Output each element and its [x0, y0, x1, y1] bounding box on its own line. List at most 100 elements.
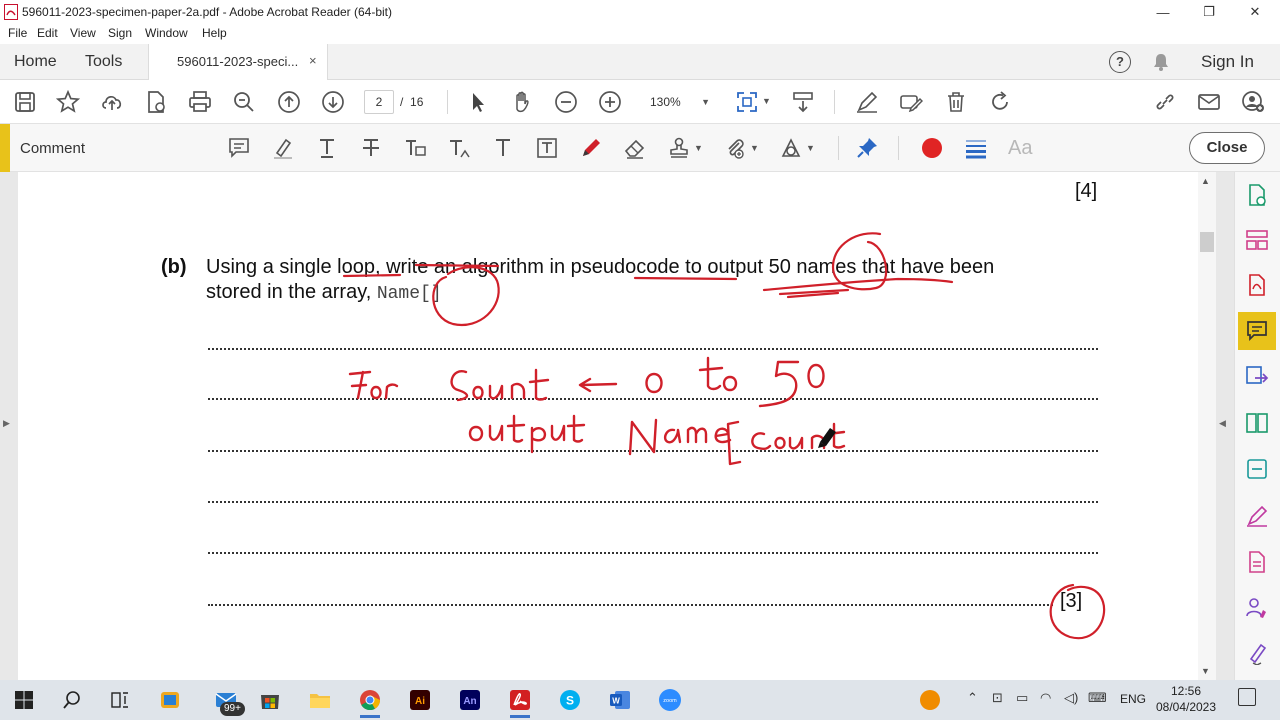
- file-explorer-icon[interactable]: [302, 684, 338, 716]
- close-comment-button[interactable]: Close: [1189, 132, 1265, 164]
- mail-icon[interactable]: 99+: [206, 684, 246, 716]
- left-panel-toggle-icon[interactable]: ▶: [3, 418, 10, 429]
- shapes-icon[interactable]: [778, 135, 804, 161]
- zoom-select[interactable]: 130% ▼: [642, 90, 716, 114]
- compare-files-icon[interactable]: [1238, 404, 1276, 442]
- email-icon[interactable]: [1196, 89, 1222, 115]
- system-clock[interactable]: 12:56 08/04/2023: [1150, 683, 1222, 715]
- zoom-in-icon[interactable]: [597, 89, 623, 115]
- zoom-out-icon[interactable]: [553, 89, 579, 115]
- page-number-input[interactable]: 2: [364, 90, 394, 114]
- pin-icon[interactable]: [854, 135, 880, 161]
- shapes-dropdown-icon[interactable]: ▼: [806, 143, 815, 153]
- right-panel-toggle-icon[interactable]: ◀: [1219, 418, 1226, 429]
- menu-view[interactable]: View: [70, 26, 96, 40]
- animate-icon[interactable]: An: [452, 684, 488, 716]
- fill-sign-side-icon[interactable]: [1238, 497, 1276, 535]
- vertical-scrollbar[interactable]: ▲ ▼: [1198, 172, 1216, 680]
- menu-sign[interactable]: Sign: [108, 26, 132, 40]
- store-icon[interactable]: [252, 684, 288, 716]
- rotate-icon[interactable]: [987, 89, 1013, 115]
- create-pdf-icon[interactable]: [143, 89, 169, 115]
- scroll-mode-icon[interactable]: [790, 89, 816, 115]
- more-tools-icon[interactable]: [1238, 636, 1276, 670]
- menu-help[interactable]: Help: [202, 26, 227, 40]
- minimize-button[interactable]: —: [1140, 0, 1186, 24]
- select-cursor-icon[interactable]: [465, 89, 491, 115]
- underline-text-icon[interactable]: [314, 135, 340, 161]
- widgets-icon[interactable]: [152, 684, 188, 716]
- fill-sign-icon[interactable]: [854, 89, 880, 115]
- draw-pencil-icon[interactable]: [578, 135, 604, 161]
- menu-edit[interactable]: Edit: [37, 26, 58, 40]
- hand-icon[interactable]: [509, 89, 535, 115]
- attach-dropdown-icon[interactable]: ▼: [750, 143, 759, 153]
- menu-window[interactable]: Window: [145, 26, 188, 40]
- scrollbar-thumb[interactable]: [1200, 232, 1214, 252]
- windows-start-icon[interactable]: [6, 684, 42, 716]
- tab-close-button[interactable]: ×: [309, 53, 317, 68]
- replace-text-icon[interactable]: [402, 135, 428, 161]
- stamp-icon[interactable]: [666, 135, 692, 161]
- skype-icon[interactable]: S: [552, 684, 588, 716]
- delete-icon[interactable]: [943, 89, 969, 115]
- tab-tools[interactable]: Tools: [85, 53, 122, 71]
- organize-pages-icon[interactable]: [1238, 221, 1276, 259]
- bookmark-star-icon[interactable]: [55, 89, 81, 115]
- tab-document[interactable]: 596011-2023-speci... ×: [148, 44, 328, 80]
- page-up-icon[interactable]: [276, 89, 302, 115]
- print-icon[interactable]: [187, 89, 213, 115]
- zoom-icon[interactable]: zoom: [652, 684, 688, 716]
- insert-text-icon[interactable]: [446, 135, 472, 161]
- scan-ocr-icon[interactable]: [1238, 450, 1276, 488]
- text-box-icon[interactable]: [534, 135, 560, 161]
- fit-page-dropdown-icon[interactable]: ▼: [762, 96, 771, 106]
- sticky-note-icon[interactable]: [226, 135, 252, 161]
- attach-file-icon[interactable]: [722, 135, 748, 161]
- menu-file[interactable]: File: [8, 26, 27, 40]
- chrome-icon[interactable]: [352, 684, 388, 718]
- upload-icon[interactable]: [99, 89, 125, 115]
- restore-button[interactable]: ❐: [1186, 0, 1232, 24]
- illustrator-icon[interactable]: Ai: [402, 684, 438, 716]
- font-style-button[interactable]: Aa: [1008, 137, 1032, 160]
- comment-tool-icon[interactable]: [1238, 312, 1276, 350]
- request-signature-icon[interactable]: [1238, 589, 1276, 627]
- scroll-up-icon[interactable]: ▲: [1201, 176, 1210, 186]
- protect-pdf-icon[interactable]: [1238, 543, 1276, 581]
- create-pdf-side-icon[interactable]: [1238, 266, 1276, 304]
- volume-icon[interactable]: ◁): [1064, 690, 1078, 706]
- save-icon[interactable]: [12, 89, 38, 115]
- strikethrough-icon[interactable]: [358, 135, 384, 161]
- search-icon[interactable]: [54, 684, 90, 716]
- close-window-button[interactable]: ✕: [1232, 0, 1278, 24]
- eraser-icon[interactable]: [622, 135, 648, 161]
- weather-icon[interactable]: [920, 690, 940, 710]
- meet-icon[interactable]: ⊡: [992, 690, 1003, 706]
- notification-center-icon[interactable]: [1238, 688, 1256, 706]
- task-view-icon[interactable]: [102, 684, 138, 716]
- line-thickness-icon[interactable]: [963, 135, 989, 161]
- acrobat-icon[interactable]: [502, 684, 538, 718]
- add-text-icon[interactable]: [490, 135, 516, 161]
- pdf-page[interactable]: [4] (b) Using a single loop, write an al…: [18, 172, 1198, 680]
- tab-home[interactable]: Home: [14, 53, 57, 71]
- highlight-icon[interactable]: [270, 135, 296, 161]
- stamp-dropdown-icon[interactable]: ▼: [694, 143, 703, 153]
- tray-overflow-icon[interactable]: ⌃: [967, 690, 978, 706]
- wifi-icon[interactable]: ◠: [1040, 690, 1051, 706]
- sign-in-button[interactable]: Sign In: [1201, 52, 1254, 72]
- keyboard-icon[interactable]: ⌨: [1088, 690, 1107, 706]
- share-link-icon[interactable]: [1152, 89, 1178, 115]
- search-zoom-icon[interactable]: [231, 89, 257, 115]
- page-down-icon[interactable]: [320, 89, 346, 115]
- word-icon[interactable]: W: [602, 684, 638, 716]
- export-pdf-icon[interactable]: [1238, 176, 1276, 214]
- scroll-down-icon[interactable]: ▼: [1201, 666, 1210, 676]
- notification-bell-icon[interactable]: [1151, 52, 1171, 72]
- fit-page-icon[interactable]: [734, 89, 760, 115]
- user-add-icon[interactable]: [1240, 89, 1266, 115]
- convert-pdf-icon[interactable]: [1238, 357, 1276, 395]
- color-picker-icon[interactable]: [919, 135, 945, 161]
- help-button[interactable]: ?: [1109, 51, 1131, 73]
